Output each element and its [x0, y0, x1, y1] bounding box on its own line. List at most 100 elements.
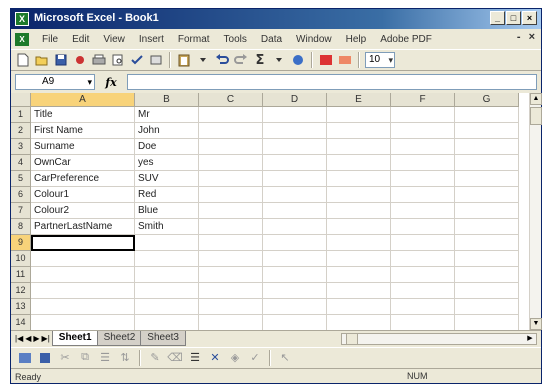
cell-a8[interactable]: PartnerLastName [31, 219, 135, 235]
cell-e3[interactable] [327, 139, 391, 155]
row-header[interactable]: 3 [11, 139, 31, 155]
column-header-a[interactable]: A [31, 93, 135, 107]
cell-c1[interactable] [199, 107, 263, 123]
cell-c5[interactable] [199, 171, 263, 187]
cell-c9[interactable] [199, 235, 263, 251]
cell-c14[interactable] [199, 315, 263, 330]
paste-icon[interactable] [176, 52, 192, 68]
cell-e1[interactable] [327, 107, 391, 123]
scroll-down-icon[interactable]: ▼ [530, 318, 542, 330]
cell-b2[interactable]: John [135, 123, 199, 139]
row-header[interactable]: 13 [11, 299, 31, 315]
cell-f7[interactable] [391, 203, 455, 219]
cell-e12[interactable] [327, 283, 391, 299]
vertical-scrollbar[interactable]: ▲ ▼ [529, 93, 542, 330]
row-header[interactable]: 2 [11, 123, 31, 139]
cell-f3[interactable] [391, 139, 455, 155]
tab-sheet1[interactable]: Sheet1 [51, 331, 99, 346]
name-box-dropdown-icon[interactable]: ▾ [87, 75, 92, 89]
menu-insert[interactable]: Insert [132, 34, 171, 45]
workbook-minimize-button[interactable]: - [517, 31, 521, 43]
cell-g7[interactable] [455, 203, 519, 219]
menu-file[interactable]: File [35, 34, 65, 45]
cell-d11[interactable] [263, 267, 327, 283]
cell-a5[interactable]: CarPreference [31, 171, 135, 187]
cell-f2[interactable] [391, 123, 455, 139]
cell-c12[interactable] [199, 283, 263, 299]
cell-a3[interactable]: Surname [31, 139, 135, 155]
cell-b14[interactable] [135, 315, 199, 330]
cell-g10[interactable] [455, 251, 519, 267]
print-icon[interactable] [91, 52, 107, 68]
insert-function-icon[interactable]: fx [101, 76, 121, 89]
column-header-f[interactable]: F [391, 93, 455, 107]
cell-b9[interactable] [135, 235, 199, 251]
select-all-corner[interactable] [11, 93, 31, 107]
cell-a2[interactable]: First Name [31, 123, 135, 139]
cell-b12[interactable] [135, 283, 199, 299]
print-preview-icon[interactable] [110, 52, 126, 68]
cell-b11[interactable] [135, 267, 199, 283]
cell-e4[interactable] [327, 155, 391, 171]
cell-c13[interactable] [199, 299, 263, 315]
cell-d3[interactable] [263, 139, 327, 155]
check-icon[interactable]: ✓ [247, 350, 263, 366]
cell-d4[interactable] [263, 155, 327, 171]
workbook-icon[interactable]: X [15, 32, 29, 46]
tab-sheet2[interactable]: Sheet2 [96, 331, 143, 346]
cell-g14[interactable] [455, 315, 519, 330]
next-sheet-icon[interactable]: ▶ [33, 334, 39, 343]
column-header-c[interactable]: C [199, 93, 263, 107]
eraser-icon[interactable]: ⌫ [167, 350, 183, 366]
cell-g3[interactable] [455, 139, 519, 155]
tab-sheet3[interactable]: Sheet3 [140, 331, 186, 346]
formula-input[interactable] [127, 74, 537, 90]
cell-f4[interactable] [391, 155, 455, 171]
cell-f8[interactable] [391, 219, 455, 235]
autosum-dropdown-icon[interactable] [271, 52, 287, 68]
restore-button[interactable]: □ [506, 11, 521, 25]
cell-g13[interactable] [455, 299, 519, 315]
cell-e9[interactable] [327, 235, 391, 251]
cell-b5[interactable]: SUV [135, 171, 199, 187]
menu-tools[interactable]: Tools [217, 34, 254, 45]
open-folder-icon[interactable] [34, 52, 50, 68]
undo-icon[interactable] [214, 52, 230, 68]
pencil-icon[interactable]: ✎ [147, 350, 163, 366]
last-sheet-icon[interactable]: ▶| [42, 334, 50, 343]
menu-window[interactable]: Window [289, 34, 339, 45]
row-header[interactable]: 9 [11, 235, 31, 251]
row-header[interactable]: 11 [11, 267, 31, 283]
cell-a11[interactable] [31, 267, 135, 283]
spelling-icon[interactable] [129, 52, 145, 68]
permission-icon[interactable] [72, 52, 88, 68]
cell-e13[interactable] [327, 299, 391, 315]
cell-g1[interactable] [455, 107, 519, 123]
cell-e2[interactable] [327, 123, 391, 139]
cell-d7[interactable] [263, 203, 327, 219]
copy-icon[interactable]: ⧉ [77, 350, 93, 366]
row-header[interactable]: 1 [11, 107, 31, 123]
cell-b4[interactable]: yes [135, 155, 199, 171]
cell-d12[interactable] [263, 283, 327, 299]
row-header[interactable]: 8 [11, 219, 31, 235]
horizontal-scroll-thumb[interactable] [346, 334, 358, 344]
cell-c3[interactable] [199, 139, 263, 155]
autosum-icon[interactable]: Σ [252, 52, 268, 68]
cell-a10[interactable] [31, 251, 135, 267]
vertical-scroll-thumb[interactable] [530, 107, 542, 125]
cell-e7[interactable] [327, 203, 391, 219]
save-icon[interactable] [53, 52, 69, 68]
cell-a14[interactable] [31, 315, 135, 330]
excel-app-icon[interactable]: X [15, 12, 29, 26]
cell-b1[interactable]: Mr [135, 107, 199, 123]
pdf-convert-icon[interactable] [318, 52, 334, 68]
cell-f5[interactable] [391, 171, 455, 187]
menu-adobe-pdf[interactable]: Adobe PDF [373, 34, 439, 45]
cell-f11[interactable] [391, 267, 455, 283]
row-header[interactable]: 10 [11, 251, 31, 267]
cell-d1[interactable] [263, 107, 327, 123]
cell-e5[interactable] [327, 171, 391, 187]
horizontal-scrollbar[interactable]: ▶ [341, 333, 537, 345]
menu-help[interactable]: Help [339, 34, 374, 45]
